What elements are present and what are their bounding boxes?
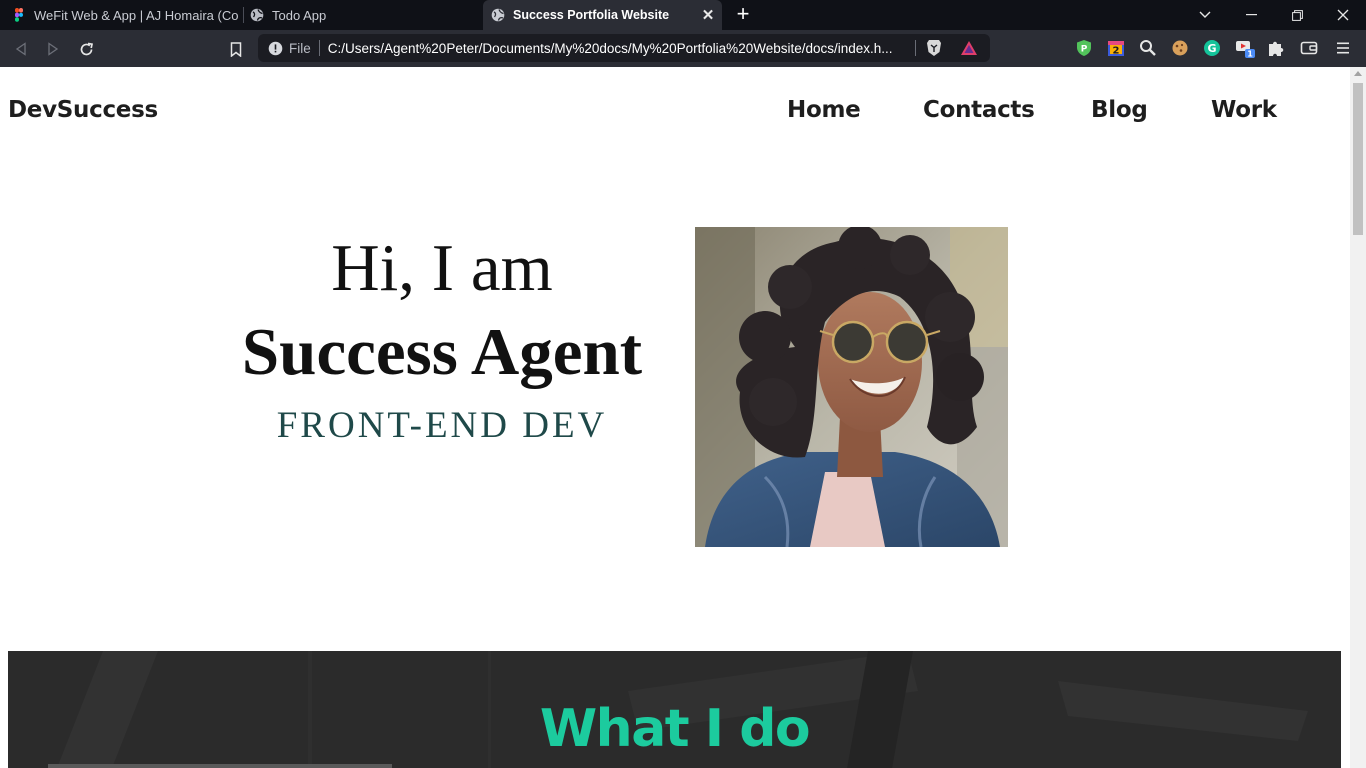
brave-shields-icon[interactable] xyxy=(926,39,942,57)
globe-icon xyxy=(250,8,264,22)
vpn-shield-icon[interactable]: P xyxy=(1075,39,1093,57)
nav-link-contacts[interactable]: Contacts xyxy=(923,97,1035,123)
back-button[interactable] xyxy=(10,38,32,60)
hero-role: FRONT-END DEV xyxy=(276,405,608,446)
close-icon[interactable]: ✕ xyxy=(700,7,716,24)
menu-icon[interactable] xyxy=(1334,39,1352,57)
bookmark-icon[interactable] xyxy=(225,38,247,60)
info-icon[interactable] xyxy=(268,41,283,56)
nav-link-work[interactable]: Work xyxy=(1211,97,1277,123)
tab-wefit[interactable]: WeFit Web & App | AJ Homaira (Community) xyxy=(12,0,240,30)
url-text[interactable]: C:/Users/Agent%20Peter/Documents/My%20do… xyxy=(328,41,913,56)
profile-photo xyxy=(695,227,1008,547)
web-page: DevSuccess Home Contacts Blog Work Hi, I… xyxy=(0,67,1350,768)
tab-title: Success Portfolia Website xyxy=(513,8,670,22)
tab-title: WeFit Web & App | AJ Homaira (Community) xyxy=(34,7,238,23)
minimize-button[interactable] xyxy=(1228,0,1274,30)
address-divider xyxy=(318,40,320,56)
tab-title: Todo App xyxy=(272,7,327,23)
vertical-scrollbar[interactable] xyxy=(1350,67,1366,768)
forward-button[interactable] xyxy=(42,38,64,60)
puzzle-icon[interactable] xyxy=(1267,39,1285,57)
cookie-icon[interactable] xyxy=(1171,39,1189,57)
scheme-label: File xyxy=(289,40,311,56)
address-divider xyxy=(914,40,916,56)
horizontal-scrollbar-hint xyxy=(48,764,392,768)
new-tab-button[interactable]: + xyxy=(732,3,754,26)
tab-search-chevron-down-icon[interactable] xyxy=(1182,0,1228,30)
restore-button[interactable] xyxy=(1274,0,1320,30)
search-icon[interactable] xyxy=(1139,39,1157,57)
globe-icon xyxy=(491,8,505,22)
site-logo[interactable]: DevSuccess xyxy=(8,97,158,123)
nav-link-blog[interactable]: Blog xyxy=(1091,97,1148,123)
browser-toolbar: File C:/Users/Agent%20Peter/Documents/My… xyxy=(0,30,1366,67)
address-bar[interactable]: File C:/Users/Agent%20Peter/Documents/My… xyxy=(258,34,990,62)
svg-text:G: G xyxy=(1207,42,1216,55)
figma-icon xyxy=(15,8,23,22)
hero-name: Success Agent xyxy=(241,315,643,389)
wallet-icon[interactable] xyxy=(1300,39,1318,57)
svg-text:P: P xyxy=(1081,45,1088,55)
tab-success-portfolia[interactable]: Success Portfolia Website ✕ xyxy=(483,0,722,30)
reload-button[interactable] xyxy=(75,38,97,60)
browser-tab-strip: WeFit Web & App | AJ Homaira (Community)… xyxy=(0,0,1366,30)
what-i-do-section: What I do xyxy=(8,651,1341,768)
grammarly-icon[interactable]: G xyxy=(1203,39,1221,57)
extension-badge: 1 xyxy=(1247,50,1253,59)
scrollbar-thumb[interactable] xyxy=(1353,83,1363,235)
svg-text:2: 2 xyxy=(1113,46,1120,57)
nav-link-home[interactable]: Home xyxy=(787,97,861,123)
media-icon[interactable]: 1 xyxy=(1235,37,1257,59)
calendar-2-icon[interactable]: 2 xyxy=(1107,39,1125,57)
hero-greeting: Hi, I am xyxy=(331,231,553,305)
tab-todo-app[interactable]: Todo App xyxy=(250,0,478,30)
brave-rewards-icon[interactable] xyxy=(960,40,978,56)
close-window-button[interactable] xyxy=(1320,0,1366,30)
section-title: What I do xyxy=(539,699,811,759)
tab-divider xyxy=(243,7,244,23)
scroll-up-arrow-icon[interactable] xyxy=(1354,71,1362,76)
